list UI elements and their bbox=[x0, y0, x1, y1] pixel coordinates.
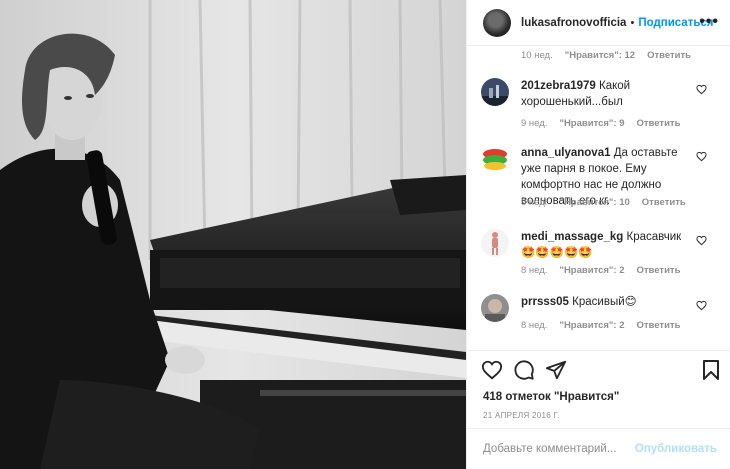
avatar-body-figure-icon bbox=[481, 229, 509, 257]
commenter-username[interactable]: anna_ulyanova1 bbox=[521, 147, 610, 159]
action-icons bbox=[481, 359, 567, 381]
post-date: 21 АПРЕЛЯ 2016 Г. bbox=[483, 411, 560, 420]
likes-count[interactable]: 418 отметок "Нравится" bbox=[483, 391, 619, 403]
commenter-avatar[interactable] bbox=[481, 229, 509, 257]
more-options-icon[interactable]: ••• bbox=[699, 14, 719, 30]
like-comment-heart-icon[interactable] bbox=[696, 235, 707, 246]
avatar-night-sky-icon bbox=[481, 78, 509, 106]
like-heart-icon[interactable] bbox=[481, 359, 503, 381]
comment-likes-button[interactable]: "Нравится": 9 bbox=[559, 118, 624, 129]
separator-dot: • bbox=[630, 16, 635, 29]
like-comment-heart-icon[interactable] bbox=[696, 151, 707, 162]
comment-meta: 8 нед. "Нравится": 2 Ответить bbox=[521, 265, 692, 276]
post-photo[interactable] bbox=[0, 0, 466, 469]
comment-time: 9 нед. bbox=[521, 197, 548, 208]
commenter-avatar[interactable] bbox=[481, 78, 509, 106]
comment-text: medi_massage_kg Красавчик 🤩🤩🤩🤩🤩 bbox=[521, 229, 693, 261]
post-actions: 418 отметок "Нравится" 21 АПРЕЛЯ 2016 Г.… bbox=[467, 350, 730, 469]
post-panel: lukasafronovofficia • Подписаться ••• 10… bbox=[466, 0, 730, 469]
avatar-colorful-icon bbox=[481, 145, 509, 173]
like-comment-heart-icon[interactable] bbox=[696, 300, 707, 311]
author-username[interactable]: lukasafronovofficia bbox=[521, 17, 626, 29]
comment-input[interactable]: Добавьте комментарий... bbox=[483, 443, 616, 455]
comment-likes-button[interactable]: "Нравится": 10 bbox=[559, 197, 629, 208]
comment-bubble-icon[interactable] bbox=[513, 359, 535, 381]
comment-time: 8 нед. bbox=[521, 265, 548, 276]
previous-comment-meta: 10 нед. "Нравится": 12 Ответить bbox=[521, 50, 703, 61]
like-comment-heart-icon[interactable] bbox=[696, 84, 707, 95]
comment-time: 10 нед. bbox=[521, 50, 553, 61]
reply-button[interactable]: Ответить bbox=[642, 197, 686, 208]
comment-time: 8 нед. bbox=[521, 320, 548, 331]
share-paper-plane-icon[interactable] bbox=[545, 359, 567, 381]
commenter-username[interactable]: medi_massage_kg bbox=[521, 231, 623, 243]
reply-button[interactable]: Ответить bbox=[647, 50, 691, 61]
comment-text: prrsss05 Красивый😊 bbox=[521, 294, 693, 310]
comment-likes-button[interactable]: "Нравится": 2 bbox=[559, 265, 624, 276]
comment-text: 201zebra1979 Какой хорошенький...был bbox=[521, 78, 693, 110]
save-bookmark-icon[interactable] bbox=[701, 359, 721, 381]
reply-button[interactable]: Ответить bbox=[637, 118, 681, 129]
reply-button[interactable]: Ответить bbox=[637, 320, 681, 331]
comment-time: 9 нед. bbox=[521, 118, 548, 129]
add-comment-bar: Добавьте комментарий... Опубликовать bbox=[467, 428, 730, 469]
comment-meta: 8 нед. "Нравится": 2 Ответить bbox=[521, 320, 692, 331]
reply-button[interactable]: Ответить bbox=[637, 265, 681, 276]
commenter-avatar[interactable] bbox=[481, 145, 509, 173]
commenter-username[interactable]: 201zebra1979 bbox=[521, 80, 596, 92]
commenter-avatar[interactable] bbox=[481, 294, 509, 322]
comment-meta: 9 нед. "Нравится": 10 Ответить bbox=[521, 197, 698, 208]
comment-meta: 9 нед. "Нравится": 9 Ответить bbox=[521, 118, 692, 129]
publish-button[interactable]: Опубликовать bbox=[635, 443, 717, 455]
post-header: lukasafronovofficia • Подписаться ••• bbox=[467, 0, 730, 46]
author-avatar[interactable] bbox=[483, 8, 511, 37]
comment-likes-button[interactable]: "Нравится": 12 bbox=[565, 50, 635, 61]
comment-likes-button[interactable]: "Нравится": 2 bbox=[559, 320, 624, 331]
photo-pianist-image bbox=[0, 0, 466, 469]
avatar-person-icon bbox=[481, 294, 509, 322]
comment-content: Красивый😊 bbox=[572, 296, 637, 308]
commenter-username[interactable]: prrsss05 bbox=[521, 296, 569, 308]
